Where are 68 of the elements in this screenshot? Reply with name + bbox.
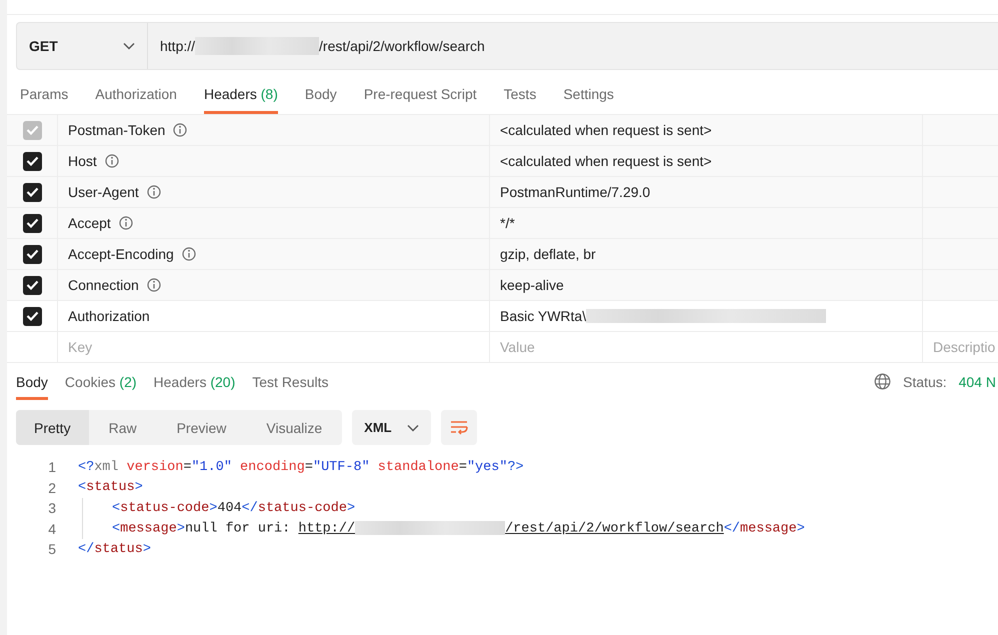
view-mode-button[interactable]: Visualize	[246, 410, 342, 445]
url-scheme: http://	[160, 38, 196, 54]
checkmark-icon	[26, 311, 38, 321]
chevron-down-icon	[407, 424, 420, 432]
checkmark-icon	[26, 249, 38, 259]
response-tab[interactable]: Test Results	[252, 374, 328, 400]
code-line: </status>	[78, 542, 151, 557]
checkbox[interactable]	[22, 152, 42, 170]
checkbox[interactable]	[22, 276, 42, 294]
view-mode-button[interactable]: Raw	[88, 410, 157, 445]
status-value: 404 N	[958, 374, 996, 390]
response-tab[interactable]: Headers (20)	[154, 374, 236, 400]
checkmark-icon	[26, 125, 38, 135]
info-icon[interactable]	[146, 185, 161, 199]
checkmark-icon	[26, 280, 38, 290]
request-tab[interactable]: Authorization	[95, 86, 177, 114]
info-icon[interactable]	[146, 278, 161, 292]
url-path: /rest/api/2/workflow/search	[319, 38, 485, 54]
header-value: <calculated when request is sent>	[500, 153, 712, 169]
wrap-lines-icon	[450, 420, 468, 436]
checkbox[interactable]	[22, 244, 42, 264]
info-icon[interactable]	[118, 216, 133, 230]
response-tab[interactable]: Cookies (2)	[64, 374, 137, 400]
checkbox[interactable]	[22, 306, 42, 326]
url-field[interactable]: http:// /rest/api/2/workflow/search	[148, 23, 998, 69]
checkmark-icon	[26, 187, 38, 197]
request-tab[interactable]: Body	[304, 86, 337, 114]
header-key: Accept	[68, 215, 111, 231]
header-value: gzip, deflate, br	[500, 246, 596, 262]
header-key: Connection	[68, 277, 139, 293]
code-line: <status-code>404</status-code>	[111, 500, 356, 516]
info-icon[interactable]	[182, 247, 196, 261]
request-tab[interactable]: Tests	[504, 86, 536, 114]
header-key: Postman-Token	[68, 122, 166, 138]
header-key: Host	[68, 153, 97, 169]
header-value: PostmanRuntime/7.29.0	[500, 184, 650, 200]
header-key: Authorization	[68, 308, 150, 324]
line-number: 4	[47, 520, 57, 537]
line-number: 3	[47, 500, 57, 516]
checkmark-icon	[26, 156, 38, 166]
request-tab[interactable]: Settings	[563, 86, 614, 114]
header-value: <calculated when request is sent>	[500, 122, 712, 138]
line-number: 2	[47, 480, 57, 496]
checkmark-icon	[26, 218, 38, 228]
line-number: 1	[47, 459, 57, 476]
code-line: <status>	[78, 480, 143, 496]
header-key: Accept-Encoding	[68, 246, 174, 262]
method-dropdown[interactable]: GET	[17, 23, 148, 69]
header-value: keep-alive	[500, 277, 564, 293]
request-tab[interactable]: Params	[20, 86, 68, 114]
globe-icon[interactable]	[874, 373, 892, 390]
request-tab[interactable]: Pre-request Script	[364, 86, 477, 114]
checkbox[interactable]	[22, 182, 42, 202]
code-line: <message>null for uri: http:// /rest/api/2/workflow/search</message>	[111, 520, 805, 537]
chevron-down-icon	[123, 42, 135, 50]
view-mode-button[interactable]: Pretty	[16, 410, 89, 445]
line-number: 5	[47, 541, 57, 558]
header-key: User-Agent	[68, 184, 139, 200]
view-mode-button[interactable]: Preview	[156, 410, 246, 445]
response-tab[interactable]: Body	[16, 374, 48, 400]
header-value: */*	[500, 215, 515, 231]
format-dropdown[interactable]: XML	[352, 410, 432, 445]
header-value: Basic YWRta\	[500, 308, 586, 324]
wrap-lines-button[interactable]	[441, 410, 478, 445]
code-line: <?xml version="1.0" encoding="UTF-8" standalone="yes"?>	[78, 460, 524, 475]
info-icon[interactable]	[104, 154, 119, 168]
status-label: Status:	[903, 374, 947, 390]
checkbox[interactable]	[22, 214, 42, 232]
